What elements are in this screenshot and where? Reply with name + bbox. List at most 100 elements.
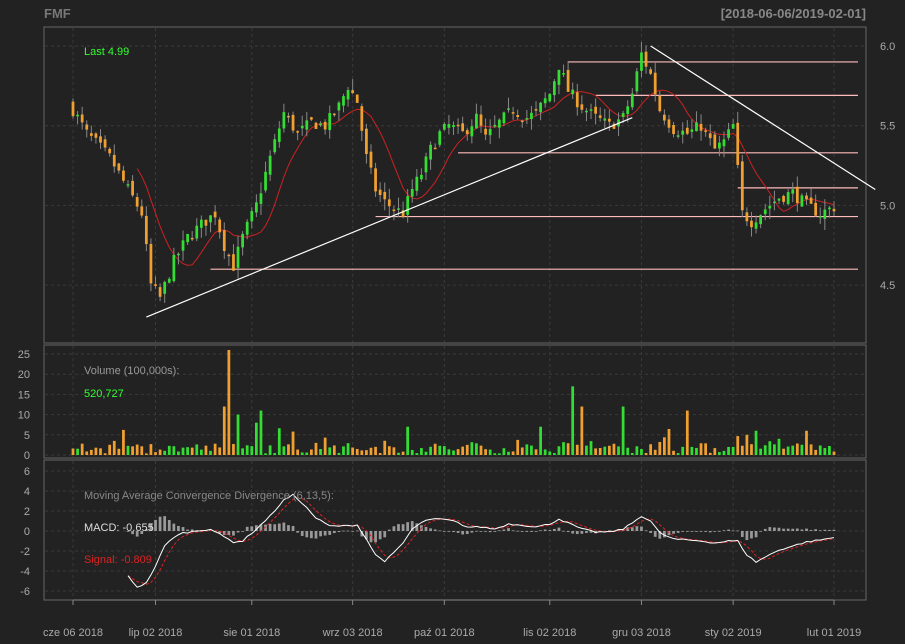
macd-histogram-bar [465,531,469,535]
candle [424,156,428,173]
volume-bar [360,450,364,455]
volume-bar [589,441,593,455]
volume-bar [713,448,717,455]
candle [397,208,400,210]
volume-bar [277,428,281,455]
macd-histogram-bar [268,523,272,531]
macd-histogram-bar [718,530,721,532]
volume-bar [296,449,300,455]
y-tick-label-macd: -6 [20,586,30,598]
volume-bar [525,444,529,455]
candle [135,197,139,207]
macd-histogram-bar [695,531,698,532]
volume-bar [213,443,217,455]
candle [649,69,653,74]
candle [773,201,776,204]
volume-bar [685,410,689,455]
candle [731,124,735,129]
date-range: [2018-06-06/2019-02-01] [721,6,866,21]
candle [493,124,497,127]
volume-bar [99,448,102,455]
candle [763,209,767,215]
candle [365,128,368,155]
macd-histogram-bar [585,531,588,534]
x-tick-label: wrz 03 2018 [322,627,383,639]
volume-bar [369,447,373,455]
volume-bar [71,448,75,455]
volume-bar [254,422,258,455]
candle [598,115,602,118]
volume-bar [314,442,318,455]
volume-bar [580,406,584,455]
volume-bar [704,443,708,455]
candle [704,130,708,132]
macd-histogram-bar [516,530,520,532]
macd-histogram-bar [351,531,355,532]
candle [264,171,267,191]
macd-histogram-bar [754,531,758,538]
volume-bar [594,448,597,455]
macd-histogram-bar [424,526,428,531]
volume-bar [80,443,84,455]
volume-bar [287,444,290,455]
macd-histogram-bar [832,529,836,531]
macd-histogram-bar [447,531,451,532]
candle [314,122,318,129]
candle [89,133,93,136]
volume-bar [832,451,836,455]
candle [823,209,827,219]
macd-histogram-bar [635,526,639,531]
candle [291,114,295,131]
volume-bar [415,453,419,455]
macd-histogram-bar [493,531,497,532]
candle [222,230,226,251]
candle [580,104,584,110]
volume-bar [149,444,153,455]
candle [621,113,625,117]
volume-bar [663,437,666,455]
candle [158,287,162,297]
macd-histogram-bar [681,531,685,532]
volume-bar [562,442,565,455]
volume-bar [612,443,616,455]
financial-chart: FMF [2018-06-06/2019-02-01] cze 06 2018 lip… [18,6,896,639]
candle [186,233,189,243]
volume-bar [346,443,350,455]
volume-bar [828,446,831,455]
candle [543,98,547,104]
candle [465,130,469,135]
y-tick-label-volume: 5 [24,430,30,442]
candle [85,124,89,130]
x-tick-label: gru 03 2018 [612,627,671,639]
macd-histogram-bar [773,527,776,531]
volume-bar [108,444,112,455]
candle [562,73,565,75]
volume-bar [759,448,763,455]
candle [475,113,478,129]
macd-histogram-bar [305,531,309,538]
macd-histogram-bar [750,531,753,539]
macd-histogram-bar [685,531,689,532]
candle [232,254,235,271]
candle [722,139,726,147]
candle [406,196,410,215]
candle [718,142,721,149]
macd-histogram-bar [470,531,474,533]
x-tick-label: cze 06 2018 [43,627,103,639]
candle [117,163,121,171]
candle [355,94,359,103]
candle [245,221,249,235]
candle [177,253,180,256]
volume-bar [754,430,758,455]
candle [575,92,579,108]
macd-histogram-bar [543,529,547,531]
volume-bar [218,447,222,455]
macd-histogram-bar [287,525,290,531]
candle [786,192,790,205]
volume-bar [305,452,309,455]
candle [112,154,116,167]
candle [759,215,763,225]
volume-bar [516,439,520,455]
volume-bar [649,444,653,455]
volume-bar [598,447,602,455]
